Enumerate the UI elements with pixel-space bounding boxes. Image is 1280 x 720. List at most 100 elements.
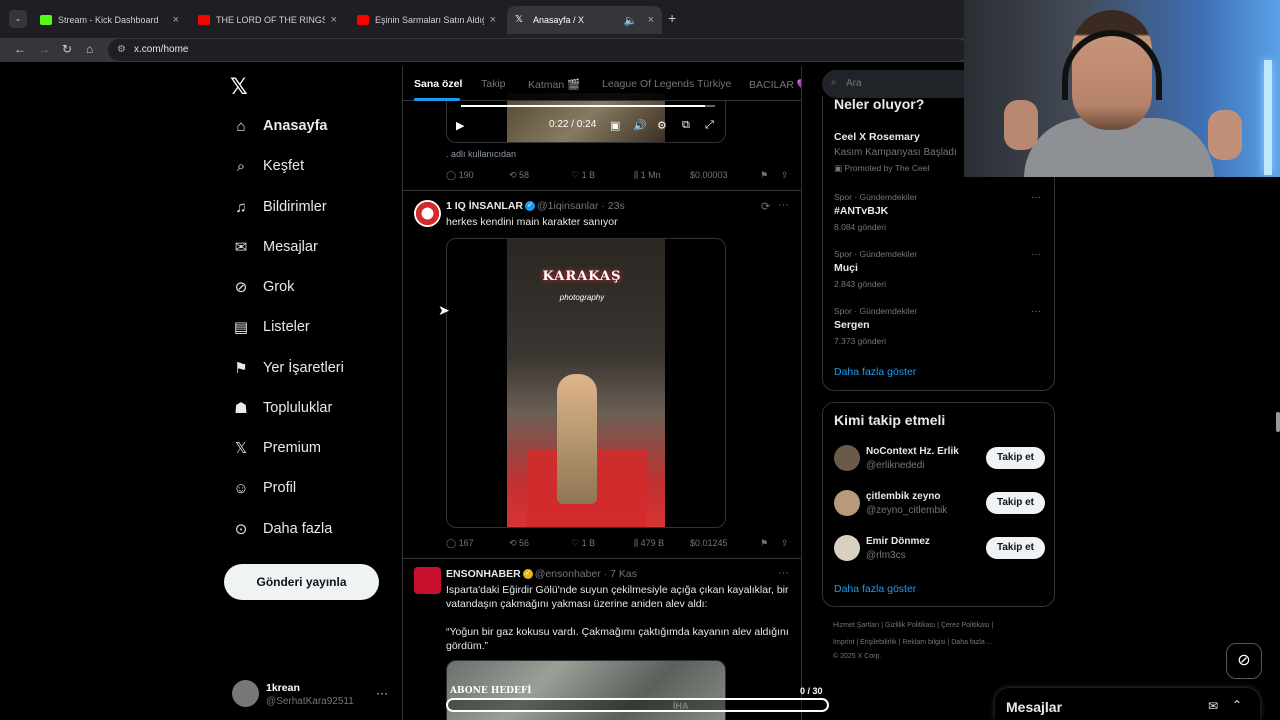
follow-button[interactable]: Takip et [986, 492, 1045, 514]
show-more-link[interactable]: Daha fazla göster [834, 366, 916, 378]
tab-lol-turkiye[interactable]: League Of Legends Türkiye [602, 78, 731, 90]
promo-title[interactable]: Ceel X Rosemary [834, 131, 920, 143]
expand-icon[interactable]: ⌃ [1232, 698, 1242, 712]
reload-icon[interactable]: ↻ [62, 42, 72, 56]
list-icon: ▤ [233, 319, 249, 336]
repost-button[interactable]: ⟲ 56 [509, 538, 529, 549]
views-button[interactable]: ⫼ 479 B [634, 538, 664, 549]
forward-icon[interactable]: → [38, 42, 50, 56]
bookmark-icon[interactable]: ⚑ [760, 538, 768, 549]
footer-links[interactable]: Imprint | Erişilebilirlik | Reklam bilgi… [833, 639, 993, 646]
tab-search-dropdown[interactable]: ⌄ [9, 10, 27, 28]
trend-item[interactable]: Sergen [834, 319, 870, 331]
more-options-icon[interactable]: ··· [1031, 306, 1041, 317]
sidebar-item-communities[interactable]: ☗ Topluluklar [230, 393, 332, 423]
share-icon[interactable]: ⇪ [781, 170, 789, 181]
avatar[interactable] [414, 567, 441, 594]
post-author[interactable]: ENSONHABER ✓ @ensonhaber · 7 Kas [446, 568, 637, 580]
views-button[interactable]: ⫼ 1 Mn [634, 170, 661, 181]
browser-tab[interactable]: Stream - Kick Dashboard × [32, 6, 187, 34]
grok-icon[interactable]: ⟳ [761, 200, 770, 213]
tab-following[interactable]: Takip [481, 78, 506, 90]
close-tab-icon[interactable]: × [490, 14, 496, 26]
sidebar-item-more[interactable]: ⊙ Daha fazla [230, 514, 333, 544]
profile-icon: ☺ [233, 479, 249, 497]
home-icon[interactable]: ⌂ [86, 42, 93, 56]
settings-icon[interactable]: ⚙ [657, 119, 667, 132]
site-info-icon[interactable]: ⚙ [117, 44, 126, 55]
tab-katman[interactable]: Katman 🎬 [528, 78, 580, 91]
back-icon[interactable]: ← [14, 42, 26, 56]
trend-item[interactable]: Muçi [834, 262, 858, 274]
post-button[interactable]: Gönderi yayınla [224, 564, 379, 600]
account-switcher[interactable]: 1krean @SerhatKara92511 ··· [232, 680, 392, 710]
sub-goal-bar [446, 698, 829, 712]
captions-icon[interactable]: ▣ [610, 119, 620, 132]
sidebar-item-notifications[interactable]: ♫ Bildirimler [230, 192, 326, 222]
new-tab-button[interactable]: + [668, 10, 676, 26]
who-to-follow-panel: Kimi takip etmeli NoContext Hz. Erlik @e… [822, 402, 1055, 607]
bell-icon: ♫ [235, 198, 247, 216]
new-message-icon[interactable]: ✉ [1208, 699, 1218, 713]
home-icon: ⌂ [236, 117, 246, 135]
messages-drawer[interactable]: Mesajlar ✉ ⌃ [995, 688, 1260, 720]
scrollbar[interactable] [1276, 412, 1280, 432]
more-options-icon[interactable]: ··· [778, 567, 789, 579]
footer-links[interactable]: Hizmet Şartları | Gizlilik Politikası | … [833, 622, 993, 629]
tab-for-you[interactable]: Sana özel [414, 78, 462, 90]
tab-bacilar[interactable]: BACILAR 💜 [749, 78, 801, 91]
more-options-icon[interactable]: ··· [376, 686, 388, 700]
grok-icon: ⊘ [234, 279, 248, 296]
close-tab-icon[interactable]: × [173, 14, 179, 26]
browser-tab[interactable]: Eşinin Sarmaları Satın Aldığını Ö × [349, 6, 504, 34]
close-tab-icon[interactable]: × [648, 14, 654, 26]
more-options-icon[interactable]: ··· [1031, 192, 1041, 203]
search-input[interactable]: ⌕ Ara [822, 70, 982, 98]
reply-button[interactable]: ◯ 167 [446, 538, 474, 549]
close-tab-icon[interactable]: × [331, 14, 337, 26]
post-video[interactable]: KARAKAŞ photography [446, 238, 726, 528]
active-tab-indicator [414, 98, 460, 101]
post-author[interactable]: 1 IQ İNSANLAR ✓ @1iqinsanlar · 23s [446, 200, 625, 212]
show-more-link[interactable]: Daha fazla göster [834, 583, 916, 595]
like-button[interactable]: ♡ 1 B [571, 538, 595, 549]
trend-item[interactable]: #ANTvBJK [834, 205, 888, 217]
x-logo[interactable]: 𝕏 [230, 74, 248, 100]
more-options-icon[interactable]: ··· [1031, 249, 1041, 260]
avatar[interactable] [414, 200, 441, 227]
avatar[interactable] [834, 535, 860, 561]
reply-button[interactable]: ◯ 190 [446, 170, 474, 181]
sidebar-item-lists[interactable]: ▤ Listeler [230, 312, 310, 342]
volume-icon[interactable]: 🔊 [633, 119, 647, 132]
browser-tab-active[interactable]: 𝕏 Anasayfa / X 🔈 × [507, 6, 662, 34]
sidebar-item-messages[interactable]: ✉ Mesajlar [230, 232, 318, 262]
sidebar-item-profile[interactable]: ☺ Profil [230, 473, 296, 503]
follow-button[interactable]: Takip et [986, 537, 1045, 559]
grok-button[interactable]: ⊘ [1226, 643, 1262, 679]
url-input[interactable]: ⚙ x.com/home [108, 39, 968, 61]
avatar[interactable] [834, 490, 860, 516]
timeline: Sana özel Takip Katman 🎬 League Of Legen… [402, 66, 802, 720]
repost-button[interactable]: ⟲ 58 [509, 170, 529, 181]
sidebar-item-bookmarks[interactable]: ⚑ Yer İşaretleri [230, 353, 344, 383]
tip-button[interactable]: $0.00003 [690, 170, 728, 180]
video-progress-bar[interactable] [461, 105, 715, 107]
avatar[interactable] [834, 445, 860, 471]
youtube-favicon-icon [357, 15, 369, 25]
tip-button[interactable]: $0.01245 [690, 538, 728, 548]
sidebar-item-premium[interactable]: 𝕏 Premium [230, 433, 321, 463]
share-icon[interactable]: ⇪ [781, 538, 789, 549]
like-button[interactable]: ♡ 1 B [571, 170, 595, 181]
sidebar-item-grok[interactable]: ⊘ Grok [230, 272, 295, 302]
bookmark-icon[interactable]: ⚑ [760, 170, 768, 181]
sidebar-item-home[interactable]: ⌂ Anasayfa [230, 111, 327, 141]
speaker-icon[interactable]: 🔈 [624, 14, 638, 27]
more-options-icon[interactable]: ··· [778, 199, 789, 211]
sidebar-item-explore[interactable]: ⌕ Keşfet [230, 151, 304, 181]
follow-button[interactable]: Takip et [986, 447, 1045, 469]
mail-icon: ✉ [234, 239, 248, 256]
fullscreen-icon[interactable]: ⤢ [705, 119, 714, 132]
popout-icon[interactable]: ⧉ [682, 119, 690, 132]
play-icon[interactable]: ▶ [456, 119, 464, 132]
browser-tab[interactable]: THE LORD OF THE RINGS Symp × [190, 6, 345, 34]
